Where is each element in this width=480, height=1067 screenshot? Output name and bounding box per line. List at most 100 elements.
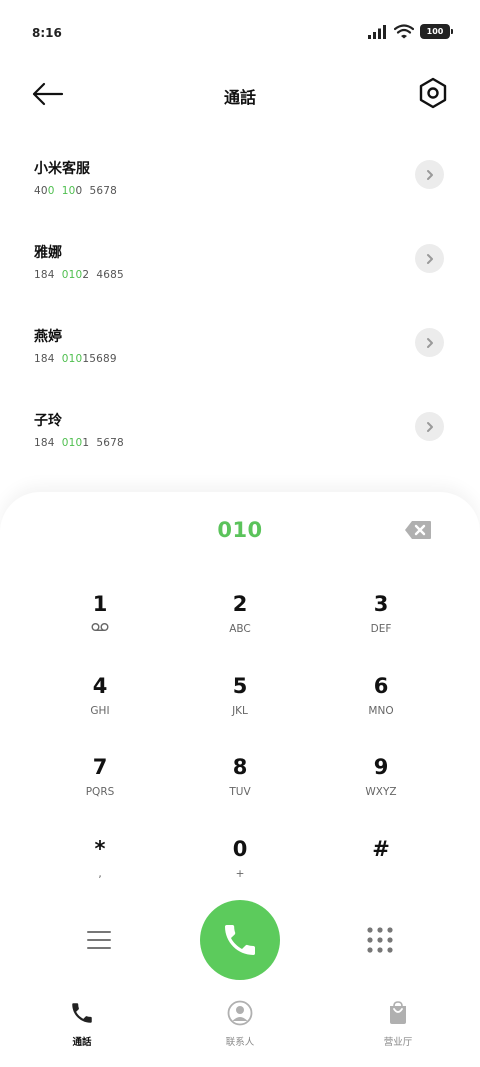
contact-number: 184 0101 5678 (34, 437, 124, 449)
signal-icon (368, 24, 386, 39)
number-segment: 184 (34, 353, 62, 365)
contact-number: 184 01015689 (34, 353, 117, 365)
contact-name: 小米客服 (34, 161, 90, 177)
nav-label-contacts: 联系人 (225, 1037, 255, 1048)
dialpad-toggle-button[interactable] (366, 926, 394, 954)
key-2[interactable]: 2 ABC (180, 592, 300, 662)
number-segment: 184 (34, 437, 62, 449)
contact-row[interactable]: 小米客服 400 100 5678 (0, 158, 480, 242)
settings-button[interactable] (416, 76, 450, 110)
settings-icon (419, 77, 447, 109)
contact-detail-button[interactable] (415, 244, 444, 273)
number-segment: 15689 (82, 353, 117, 365)
key-digit: 7 (92, 755, 108, 779)
contact-detail-button[interactable] (415, 328, 444, 357)
key-3[interactable]: 3 DEF (321, 592, 441, 662)
key-digit: * (94, 837, 106, 861)
number-segment: 2 4685 (82, 269, 124, 281)
dialpad-grid-icon (367, 927, 393, 953)
status-time: 8:16 (32, 26, 62, 40)
phone-icon (225, 925, 255, 955)
key-0[interactable]: 0 + (180, 837, 300, 907)
key-digit: 0 (232, 837, 248, 861)
key-9[interactable]: 9 WXYZ (321, 755, 441, 825)
backspace-icon (405, 521, 431, 539)
key-digit: 1 (92, 592, 108, 616)
voicemail-icon (40, 622, 160, 636)
number-segment: 5678 (82, 185, 117, 197)
key-letters: PQRS (85, 786, 115, 798)
shopping-bag-icon (390, 1001, 406, 1024)
number-match-highlight: 10 (61, 185, 76, 197)
phone-icon (72, 1003, 92, 1023)
chevron-right-icon (426, 337, 433, 348)
key-digit: # (372, 837, 390, 861)
key-6[interactable]: 6 MNO (321, 674, 441, 744)
nav-item-contacts[interactable]: 联系人 (190, 1000, 290, 1060)
menu-button[interactable] (84, 927, 114, 953)
contact-detail-button[interactable] (415, 412, 444, 441)
header: 通話 (0, 70, 480, 118)
key-4[interactable]: 4 GHI (40, 674, 160, 744)
battery-level: 100 (426, 27, 444, 36)
number-segment: 40 (34, 185, 48, 197)
page-title: 通話 (223, 88, 256, 107)
key-digit: 4 (92, 674, 108, 698)
contact-icon (227, 1000, 253, 1026)
number-segment: 1 5678 (82, 437, 124, 449)
contact-name: 雅娜 (34, 245, 62, 261)
number-match-highlight: 010 (61, 269, 83, 281)
backspace-button[interactable] (404, 520, 432, 540)
key-digit: 2 (232, 592, 248, 616)
number-segment (55, 185, 62, 197)
key-1[interactable]: 1 (40, 592, 160, 662)
key-digit: 9 (373, 755, 389, 779)
contact-name: 燕婷 (34, 329, 62, 345)
key-digit: 6 (373, 674, 389, 698)
key-letters: TUV (229, 786, 251, 798)
dial-action-row (0, 898, 480, 982)
chevron-right-icon (426, 421, 433, 432)
key-star[interactable]: *, (40, 837, 160, 907)
key-hash[interactable]: # (321, 837, 441, 907)
key-letters (321, 867, 441, 881)
call-button[interactable] (200, 900, 280, 980)
key-digit: 3 (373, 592, 389, 616)
contact-detail-button[interactable] (415, 160, 444, 189)
key-letters: JKL (232, 705, 248, 717)
wifi-icon (394, 24, 414, 39)
key-letters: GHI (90, 705, 110, 717)
key-7[interactable]: 7 PQRS (40, 755, 160, 825)
contact-number: 184 0102 4685 (34, 269, 124, 281)
nav-label-store: 营业厅 (383, 1037, 413, 1048)
key-digit: 8 (232, 755, 248, 779)
nav-item-calls[interactable]: 通話 (32, 1000, 132, 1060)
contact-row[interactable]: 子玲 184 0101 5678 (0, 410, 480, 494)
contact-name: 子玲 (34, 413, 62, 429)
key-8[interactable]: 8 TUV (180, 755, 300, 825)
key-letters: , (98, 868, 102, 880)
nav-item-store[interactable]: 营业厅 (348, 1000, 448, 1060)
number-segment: 184 (34, 269, 62, 281)
key-digit: 5 (232, 674, 248, 698)
status-icons: 100 (368, 24, 453, 39)
key-5[interactable]: 5 JKL (180, 674, 300, 744)
nav-label-calls: 通話 (72, 1037, 92, 1048)
chevron-right-icon (426, 169, 433, 180)
key-letters: DEF (370, 623, 392, 635)
key-letters: WXYZ (365, 786, 397, 798)
dialpad-panel: 010 1 2 ABC 3 DEF 4 GHI 5 JKL 6 MNO 7 PQRS 8 TUV 9 WXYZ *… (0, 492, 480, 1067)
key-letters: MNO (368, 705, 394, 717)
number-match-highlight: 0 (47, 185, 55, 197)
contact-row[interactable]: 燕婷 184 01015689 (0, 326, 480, 410)
battery-icon: 100 (420, 24, 453, 39)
menu-icon (87, 931, 111, 949)
contact-number: 400 100 5678 (34, 185, 117, 197)
number-match-highlight: 010 (61, 437, 83, 449)
bottom-nav: 通話 联系人 营业厅 (0, 988, 480, 1067)
number-match-highlight: 010 (61, 353, 83, 365)
key-letters: + (235, 868, 245, 880)
contact-row[interactable]: 雅娜 184 0102 4685 (0, 242, 480, 326)
status-bar: 8:16 100 (0, 0, 480, 60)
chevron-right-icon (426, 253, 433, 264)
